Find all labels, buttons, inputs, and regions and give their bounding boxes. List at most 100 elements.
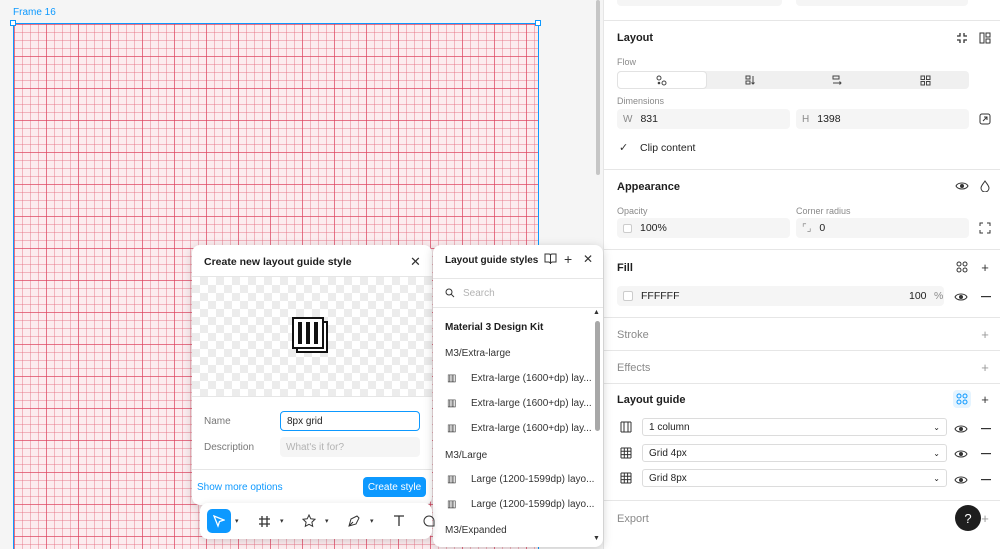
layout-guide-section: Layout guide + 1 column ⌄ Grid 4px ⌄ Gri… — [604, 384, 1000, 501]
frame-tool-icon[interactable] — [252, 509, 276, 533]
styles-search-placeholder: Search — [463, 287, 495, 299]
remove-layout-guide-icon-1[interactable] — [979, 422, 993, 436]
show-more-options-link[interactable]: Show more options — [197, 482, 283, 493]
layout-guide-dropdown-2[interactable]: Grid 4px ⌄ — [642, 444, 947, 462]
scroll-down-arrow-icon[interactable]: ▼ — [593, 535, 600, 542]
layout-guide-styles-icon[interactable] — [953, 390, 971, 408]
close-icon[interactable]: ✕ — [410, 254, 421, 270]
add-style-icon[interactable]: + — [564, 251, 572, 267]
description-input[interactable]: What's it for? — [280, 437, 420, 457]
corner-radius-value: 0 — [819, 222, 826, 234]
layout-guide-eye-icon-2[interactable] — [953, 447, 969, 461]
flow-grid-icon[interactable] — [882, 71, 970, 89]
fill-color-field[interactable]: FFFFFF 100 % — [617, 286, 944, 306]
layout-guide-dropdown-1[interactable]: 1 column ⌄ — [642, 418, 947, 436]
layout-guide-label-3: Grid 8px — [649, 472, 687, 484]
export-title[interactable]: Export — [617, 513, 649, 525]
effects-title[interactable]: Effects — [617, 362, 650, 374]
layout-guide-dropdown-3[interactable]: Grid 8px ⌄ — [642, 469, 947, 487]
style-item[interactable]: ▥ Extra-large (1600+dp) lay... — [447, 423, 592, 434]
dimensions-label: Dimensions — [617, 96, 665, 106]
add-effect-icon[interactable]: + — [976, 358, 994, 376]
flow-selector[interactable] — [617, 71, 969, 89]
align-buttons[interactable] — [796, 0, 968, 6]
move-tool-icon[interactable] — [207, 509, 231, 533]
stroke-title[interactable]: Stroke — [617, 329, 649, 341]
layout-guide-eye-icon-1[interactable] — [953, 422, 969, 436]
fill-swatch[interactable] — [623, 291, 633, 301]
columns-icon: ▥ — [447, 423, 457, 434]
chevron-down-icon[interactable]: ▾ — [235, 517, 239, 525]
add-fill-icon[interactable]: + — [976, 258, 994, 276]
remove-layout-guide-icon-3[interactable] — [979, 473, 993, 487]
chevron-down-icon: ⌄ — [933, 448, 940, 458]
pen-tool-icon[interactable] — [342, 509, 366, 533]
canvas-scrollbar[interactable] — [596, 0, 600, 175]
flow-horizontal-icon[interactable] — [794, 71, 882, 89]
opacity-field[interactable]: 100% — [617, 218, 790, 238]
independent-corners-icon[interactable] — [976, 219, 994, 237]
comment-tool-icon[interactable] — [417, 509, 441, 533]
fill-eye-icon[interactable] — [953, 290, 969, 304]
style-item-label: Large (1200-1599dp) layo... — [471, 499, 595, 510]
chevron-down-icon[interactable]: ▾ — [280, 517, 284, 525]
width-value: 831 — [640, 113, 658, 125]
chevron-down-icon: ⌄ — [933, 473, 940, 483]
add-layout-guide-icon[interactable]: + — [976, 390, 994, 408]
corner-radius-field[interactable]: ⌜⌟ 0 — [796, 218, 969, 238]
chevron-down-icon[interactable]: ▾ — [325, 517, 329, 525]
layout-guide-styles-panel: Layout guide styles + ✕ Search Material … — [433, 245, 603, 547]
styles-scrollbar-thumb[interactable] — [595, 321, 600, 431]
height-value: 1398 — [817, 113, 841, 125]
remove-fill-icon[interactable] — [979, 290, 993, 304]
name-label: Name — [204, 416, 231, 427]
styles-search[interactable]: Search — [433, 278, 603, 308]
chevron-down-icon[interactable]: ▾ — [370, 517, 374, 525]
flow-vertical-icon[interactable] — [707, 71, 795, 89]
library-book-icon[interactable] — [544, 253, 557, 267]
clip-content-checkbox[interactable]: ✓ Clip content — [619, 141, 696, 155]
create-style-button[interactable]: Create style — [363, 477, 426, 497]
resize-handle-top-left[interactable] — [10, 20, 16, 26]
create-layout-guide-style-dialog: Create new layout guide style ✕ Name 8px… — [192, 245, 432, 505]
help-button[interactable]: ? — [955, 505, 981, 531]
collapse-icon[interactable] — [953, 29, 971, 47]
fill-styles-icon[interactable] — [953, 258, 971, 276]
rotation-field[interactable] — [617, 0, 782, 6]
style-item-label: Extra-large (1600+dp) lay... — [471, 423, 592, 434]
width-field[interactable]: W 831 — [617, 109, 790, 129]
style-item[interactable]: ▥ Extra-large (1600+dp) lay... — [447, 398, 592, 409]
layout-settings-icon[interactable] — [976, 29, 994, 47]
shape-tool-star-icon[interactable] — [297, 509, 321, 533]
height-field[interactable]: H 1398 — [796, 109, 969, 129]
style-item[interactable]: ▥ Large (1200-1599dp) layo... — [447, 499, 594, 510]
add-stroke-icon[interactable]: + — [976, 325, 994, 343]
style-group-large[interactable]: M3/Large — [445, 450, 487, 461]
frame-label[interactable]: Frame 16 — [13, 7, 56, 18]
style-item[interactable]: ▥ Large (1200-1599dp) layo... — [447, 474, 594, 485]
visibility-eye-icon[interactable] — [953, 177, 971, 195]
style-group-extra-large[interactable]: M3/Extra-large — [445, 348, 511, 359]
stroke-section: Stroke + — [604, 318, 1000, 351]
style-group-expanded[interactable]: M3/Expanded — [445, 525, 507, 536]
flow-freeform-icon[interactable] — [617, 71, 707, 89]
style-item-label: Large (1200-1599dp) layo... — [471, 474, 595, 485]
grid-icon — [620, 472, 632, 484]
layout-guide-eye-icon-3[interactable] — [953, 473, 969, 487]
scroll-up-arrow-icon[interactable]: ▲ — [593, 309, 600, 316]
name-input[interactable]: 8px grid — [280, 411, 420, 431]
close-icon[interactable]: ✕ — [583, 252, 593, 266]
resize-handle-top-right[interactable] — [535, 20, 541, 26]
remove-layout-guide-icon-2[interactable] — [979, 447, 993, 461]
text-tool-icon[interactable] — [387, 509, 411, 533]
layout-section: Layout Flow Dimensions W 831 H 1398 ✓ Cl… — [604, 21, 1000, 170]
constrain-proportions-icon[interactable] — [976, 110, 994, 128]
fill-opacity[interactable]: 100 — [909, 290, 927, 302]
style-item[interactable]: ▥ Extra-large (1600+dp) lay... — [447, 373, 592, 384]
fill-title: Fill — [617, 262, 633, 274]
fill-section: Fill + FFFFFF 100 % — [604, 250, 1000, 318]
height-prefix: H — [802, 113, 810, 125]
clip-content-label: Clip content — [640, 141, 696, 154]
blend-mode-icon[interactable] — [976, 177, 994, 195]
grid-icon — [620, 447, 632, 459]
